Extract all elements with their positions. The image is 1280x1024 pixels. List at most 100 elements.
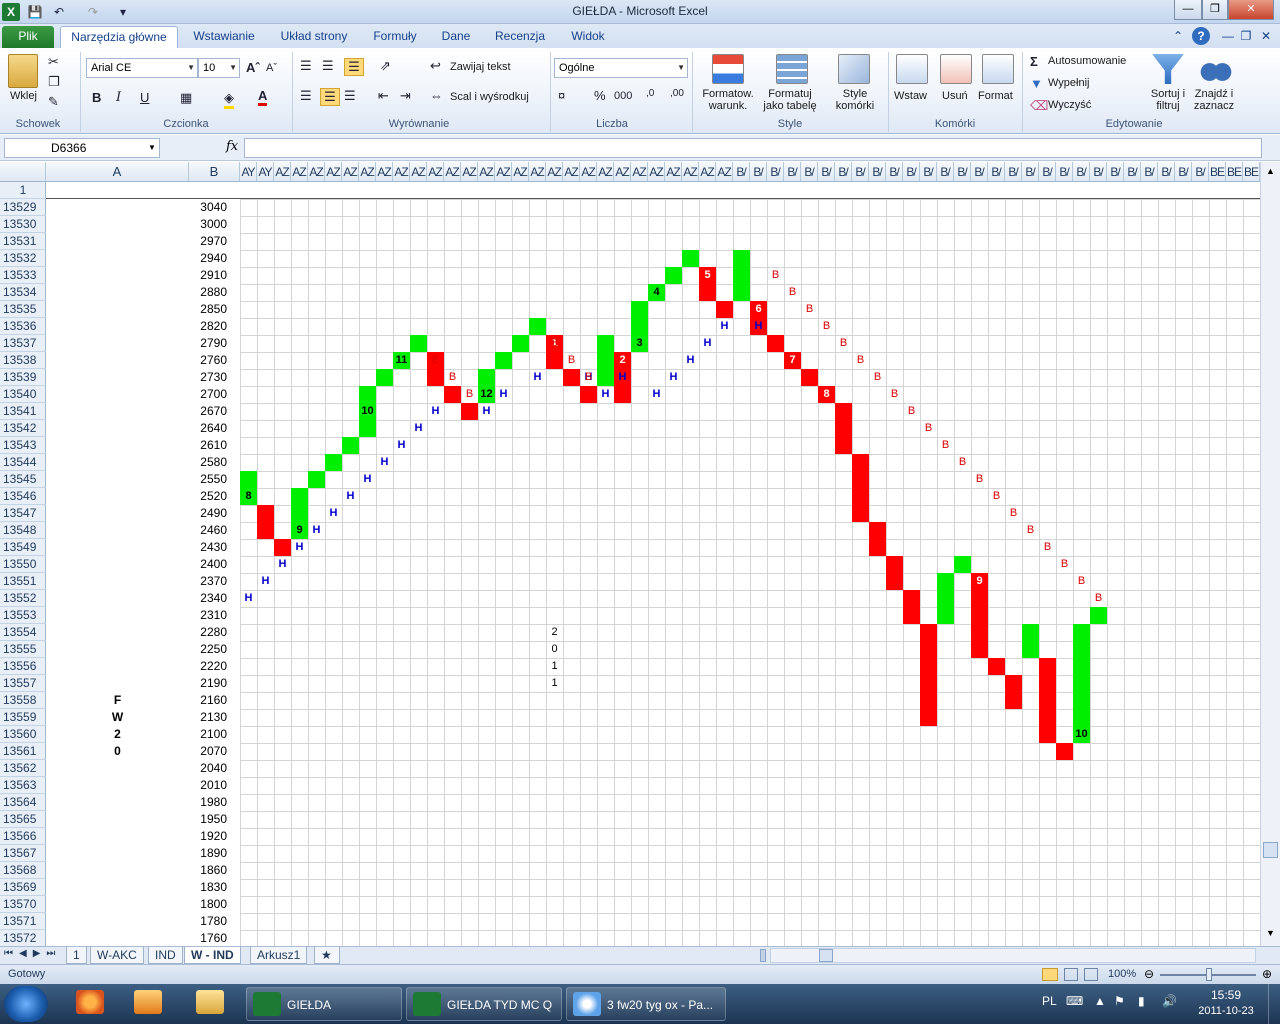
row-header[interactable]: 13535 (0, 301, 46, 318)
pf-h-marker[interactable]: H (495, 386, 512, 403)
currency-icon[interactable]: ¤ (558, 88, 565, 103)
cell-a[interactable] (46, 437, 189, 454)
row-header[interactable]: 13544 (0, 454, 46, 471)
pf-fall-box[interactable] (1005, 692, 1022, 709)
cell-b-price[interactable]: 2670 (189, 403, 239, 420)
cell-b-price[interactable]: 2970 (189, 233, 239, 250)
cell-styles-button[interactable]: Style komórki (826, 88, 884, 112)
column-header[interactable]: AZ (291, 162, 308, 181)
scroll-down-icon[interactable]: ▼ (1263, 926, 1278, 941)
row-header[interactable]: 13546 (0, 488, 46, 505)
delete-cells-icon[interactable] (940, 54, 972, 84)
conditional-format-icon[interactable] (712, 54, 744, 84)
column-header[interactable]: BE (1226, 162, 1243, 181)
row-header[interactable]: 13569 (0, 879, 46, 896)
pf-fall-box[interactable] (1056, 743, 1073, 760)
column-header[interactable]: AZ (614, 162, 631, 181)
column-header[interactable]: B/ (920, 162, 937, 181)
row-header[interactable]: 13539 (0, 369, 46, 386)
taskbar-item-paint[interactable]: 3 fw20 tyg ox - Pa... (566, 987, 726, 1021)
row-header[interactable]: 13555 (0, 641, 46, 658)
align-top-icon[interactable]: ☰ (300, 58, 312, 74)
pf-rise-box[interactable]: 11 (393, 352, 410, 369)
cell-b-price[interactable]: 2340 (189, 590, 239, 607)
pf-fall-box[interactable] (427, 369, 444, 386)
pf-h-marker[interactable]: H (682, 352, 699, 369)
pf-rise-box[interactable] (631, 318, 648, 335)
cell-b-price[interactable]: 2250 (189, 641, 239, 658)
cell-a[interactable] (46, 675, 189, 692)
pf-fall-box[interactable] (920, 709, 937, 726)
pf-b-marker[interactable]: B (580, 369, 597, 386)
insert-sheet-icon[interactable]: ★ (314, 947, 340, 964)
worksheet-grid[interactable]: 3040 3000 2970 2940 2910 2880 2850 2820 2790 2760… (46, 182, 1260, 946)
column-header[interactable]: AZ (563, 162, 580, 181)
pf-fall-box[interactable]: 6 (750, 301, 767, 318)
pf-rise-box[interactable]: 4 (648, 284, 665, 301)
row-header-1[interactable]: 1 (0, 182, 46, 199)
pf-b-marker[interactable]: B (444, 369, 461, 386)
workbook-minimize-icon[interactable]: — (1220, 26, 1236, 48)
row-header[interactable]: 13568 (0, 862, 46, 879)
column-header-a[interactable]: A (46, 162, 189, 181)
pf-h-marker[interactable]: H (308, 522, 325, 539)
pf-fall-box[interactable] (1039, 709, 1056, 726)
sheet-tab-w-akc[interactable]: W-AKC (90, 947, 144, 964)
pf-rise-box[interactable] (410, 335, 427, 352)
percent-button[interactable]: % (594, 88, 606, 103)
pf-rise-box[interactable] (1073, 641, 1090, 658)
pf-rise-box[interactable] (597, 369, 614, 386)
tab-wstawianie[interactable]: Wstawianie (184, 26, 264, 48)
cell-a[interactable] (46, 335, 189, 352)
cell-b-price[interactable]: 2880 (189, 284, 239, 301)
align-middle-icon[interactable]: ☰ (322, 58, 334, 74)
cell-b-price[interactable]: 2190 (189, 675, 239, 692)
cell-a[interactable] (46, 539, 189, 556)
bold-button[interactable]: B (92, 90, 101, 105)
row-header[interactable]: 13552 (0, 590, 46, 607)
cell-b-price[interactable]: 2490 (189, 505, 239, 522)
cell-b-price[interactable]: 2310 (189, 607, 239, 624)
pf-h-marker[interactable]: H (716, 318, 733, 335)
pf-rise-box[interactable] (359, 420, 376, 437)
row-header[interactable]: 13565 (0, 811, 46, 828)
side-number-cell[interactable]: 1 (546, 675, 563, 692)
cell-b-price[interactable]: 2550 (189, 471, 239, 488)
pf-rise-box[interactable] (733, 284, 750, 301)
row-header[interactable]: 13538 (0, 352, 46, 369)
volume-icon[interactable]: 🔊 (1162, 994, 1177, 1008)
vertical-scrollbar[interactable]: ▲ ▼ (1260, 162, 1280, 946)
pf-fall-box[interactable]: 9 (971, 573, 988, 590)
autosum-button[interactable]: Autosumowanie (1048, 55, 1126, 67)
row-header[interactable]: 13543 (0, 437, 46, 454)
column-header[interactable]: AZ (274, 162, 291, 181)
cell-a[interactable] (46, 930, 189, 946)
row-header[interactable]: 13566 (0, 828, 46, 845)
column-header[interactable]: BE (1243, 162, 1260, 181)
pf-b-marker[interactable]: B (1005, 505, 1022, 522)
cell-a[interactable] (46, 777, 189, 794)
pf-rise-box[interactable] (954, 556, 971, 573)
pf-rise-box[interactable] (308, 471, 325, 488)
column-header[interactable]: B/ (903, 162, 920, 181)
sheet-tab-w-ind[interactable]: W - IND (184, 947, 241, 964)
cell-a[interactable]: 2 (46, 726, 189, 743)
column-header[interactable]: B/ (1107, 162, 1124, 181)
pf-rise-box[interactable] (1022, 641, 1039, 658)
copy-icon[interactable]: ❐ (48, 74, 60, 90)
cell-a[interactable] (46, 794, 189, 811)
row-header[interactable]: 13540 (0, 386, 46, 403)
language-indicator[interactable]: PL (1042, 994, 1057, 1008)
pf-fall-box[interactable] (1039, 675, 1056, 692)
pf-h-marker[interactable]: H (257, 573, 274, 590)
row-header[interactable]: 13562 (0, 760, 46, 777)
chevron-down-icon[interactable]: ▼ (148, 143, 156, 152)
sheet-tab-1[interactable]: 1 (66, 947, 87, 964)
pf-rise-box[interactable]: 12 (478, 386, 495, 403)
row-header[interactable]: 13560 (0, 726, 46, 743)
column-header[interactable]: AZ (444, 162, 461, 181)
cell-a[interactable] (46, 879, 189, 896)
column-header[interactable]: AZ (665, 162, 682, 181)
column-header-b[interactable]: B (189, 162, 240, 181)
row-header[interactable]: 13554 (0, 624, 46, 641)
